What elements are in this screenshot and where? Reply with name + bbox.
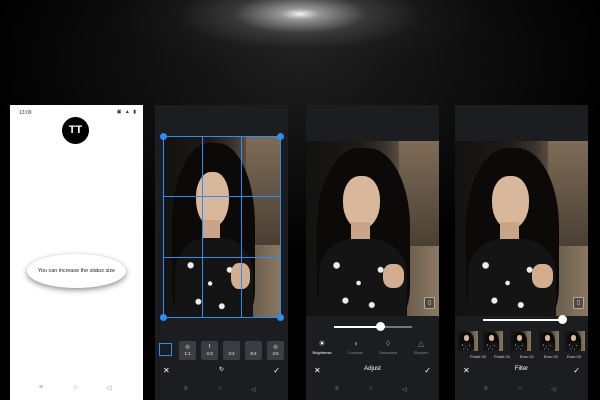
ratio-icon: ◎ <box>185 344 190 350</box>
adjust-slider-fill <box>334 326 381 328</box>
compare-icon[interactable]: ▯ <box>424 297 435 309</box>
system-nav-bar: ≡ ○ ◁ <box>155 384 288 400</box>
filter-bottom-bar: ✕ Filter ✓ <box>455 365 588 379</box>
tool-label: Brightness <box>312 350 332 355</box>
bubble-text-italic: status <box>89 268 104 274</box>
bubble-text-main: You can increase the <box>37 268 90 274</box>
crop-grid-line <box>241 136 242 318</box>
compare-icon[interactable]: ▯ <box>573 297 584 309</box>
ratio-button-4-5[interactable]: ◎ 4:5 <box>267 341 284 360</box>
status-icons: ▣ ▲ ▮ <box>116 109 137 115</box>
sharpen-icon: △ <box>417 339 425 348</box>
menu-nav-icon[interactable]: ≡ <box>184 386 188 392</box>
adjust-slider-knob[interactable] <box>376 322 386 331</box>
crop-handle-top-right[interactable] <box>277 133 284 140</box>
filter-photo <box>455 141 588 316</box>
filter-thumb-euro-01[interactable] <box>511 331 531 351</box>
ratio-icon <box>245 341 262 351</box>
crop-handle-bottom-left[interactable] <box>160 314 167 321</box>
phone-adjust-screen: ▯ ☀ Brightness ◑ Contrast ◊ Saturation △ Sha… <box>306 105 439 400</box>
brightness-icon: ☀ <box>318 339 326 348</box>
filter-thumbnails: Fresh 03 Fresh 04 Euro 01 Euro 02 Euro 0… <box>455 331 588 361</box>
ratio-label: 1:1 <box>184 351 191 356</box>
back-nav-icon[interactable]: ◁ <box>551 386 556 393</box>
saturation-icon: ◊ <box>386 339 390 348</box>
ratio-label: 4:5 <box>272 351 279 356</box>
tool-sharpen[interactable]: △ Sharpen <box>405 338 437 355</box>
adjust-title: Adjust <box>364 366 381 372</box>
tool-label: Contrast <box>347 350 363 355</box>
menu-nav-icon[interactable]: ≡ <box>335 386 339 392</box>
back-nav-icon[interactable]: ◁ <box>106 384 111 392</box>
ratio-button-1-1[interactable]: ◎ 1:1 <box>179 341 196 360</box>
ratio-button-4-3[interactable]: f 4:3 <box>201 341 218 360</box>
adjust-tools: ☀ Brightness ◑ Contrast ◊ Saturation △ Sharp… <box>306 338 439 362</box>
tool-brightness[interactable]: ☀ Brightness <box>306 338 338 355</box>
menu-nav-icon[interactable]: ≡ <box>484 386 488 392</box>
menu-nav-icon[interactable]: ≡ <box>39 384 43 391</box>
rotate-icon[interactable]: ↻ <box>155 366 288 373</box>
free-crop-icon[interactable] <box>159 343 172 356</box>
ratio-icon: f <box>208 344 211 350</box>
crop-frame[interactable] <box>163 136 281 318</box>
check-icon[interactable]: ✓ <box>273 366 280 375</box>
filter-thumb-euro-03[interactable] <box>565 331 585 351</box>
crop-grid-line <box>163 257 281 258</box>
phone-filter-screen: ▯ Fresh 03 Fresh 04 Euro 01 Euro 02 Euro… <box>455 105 588 400</box>
adjust-bottom-bar: ✕ Adjust ✓ <box>306 365 439 379</box>
system-nav-bar: ≡ ○ ◁ <box>10 378 143 400</box>
check-icon[interactable]: ✓ <box>573 366 580 375</box>
ratio-label: 9:4 <box>250 351 257 356</box>
crop-grid-line <box>163 196 281 197</box>
filter-label: Euro 01 <box>519 354 534 359</box>
home-nav-icon[interactable]: ○ <box>218 386 222 392</box>
ratio-button-3-4[interactable]: 3:4 <box>223 341 240 360</box>
status-bubble[interactable]: You can increase the status size <box>27 254 126 288</box>
phone-status-screen: 13:09 ▣ ▲ ▮ TT You can increase the stat… <box>10 105 143 400</box>
ratio-icon <box>223 341 240 351</box>
tool-label: Sharpen <box>413 350 429 355</box>
adjust-photo <box>306 141 439 316</box>
ratio-label: 4:3 <box>206 351 213 356</box>
check-icon[interactable]: ✓ <box>424 366 431 375</box>
filter-thumb-fresh-03[interactable] <box>458 331 478 351</box>
ratio-icon: ◎ <box>273 344 278 350</box>
system-nav-bar: ≡ ○ ◁ <box>455 384 588 400</box>
tool-saturation[interactable]: ◊ Saturation <box>372 338 404 355</box>
back-nav-icon[interactable]: ◁ <box>402 386 407 393</box>
filter-slider-track[interactable] <box>483 319 561 321</box>
contrast-icon: ◑ <box>352 339 358 348</box>
home-nav-icon[interactable]: ○ <box>518 386 522 392</box>
filter-label: Fresh 04 <box>494 354 510 359</box>
system-nav-bar: ≡ ○ ◁ <box>306 384 439 400</box>
crop-bottom-bar: ✕ ↻ ✓ <box>155 365 288 379</box>
filter-title: Filter <box>514 366 529 372</box>
crop-grid-line <box>202 136 203 318</box>
filter-label: Euro 03 <box>566 354 581 359</box>
tool-contrast[interactable]: ◑ Contrast <box>339 338 371 355</box>
filter-label: Fresh 03 <box>470 354 486 359</box>
home-nav-icon[interactable]: ○ <box>73 384 77 391</box>
filter-thumb-fresh-04[interactable] <box>483 331 503 351</box>
ratio-label: 3:4 <box>228 351 235 356</box>
text-style-logo[interactable]: TT <box>62 117 89 144</box>
back-nav-icon[interactable]: ◁ <box>251 386 256 393</box>
home-nav-icon[interactable]: ○ <box>369 386 373 392</box>
status-time: 13:09 <box>19 110 32 116</box>
bubble-text-end: size <box>103 268 116 274</box>
tool-label: Saturation <box>378 350 398 355</box>
phone-crop-screen: ◎ 1:1 f 4:3 3:4 9:4 ◎ 4:5 ✕ ↻ ✓ ≡ ○ ◁ <box>155 105 288 400</box>
ratio-button-9-4[interactable]: 9:4 <box>245 341 262 360</box>
aspect-ratio-row: ◎ 1:1 f 4:3 3:4 9:4 ◎ 4:5 <box>155 341 288 363</box>
filter-label: Euro 02 <box>543 354 558 359</box>
filter-slider-knob[interactable] <box>558 315 567 324</box>
filter-thumb-euro-02[interactable] <box>539 331 559 351</box>
status-bubble-text: You can increase the status size <box>27 254 126 288</box>
crop-handle-bottom-right[interactable] <box>277 314 284 321</box>
crop-handle-top-left[interactable] <box>160 133 167 140</box>
